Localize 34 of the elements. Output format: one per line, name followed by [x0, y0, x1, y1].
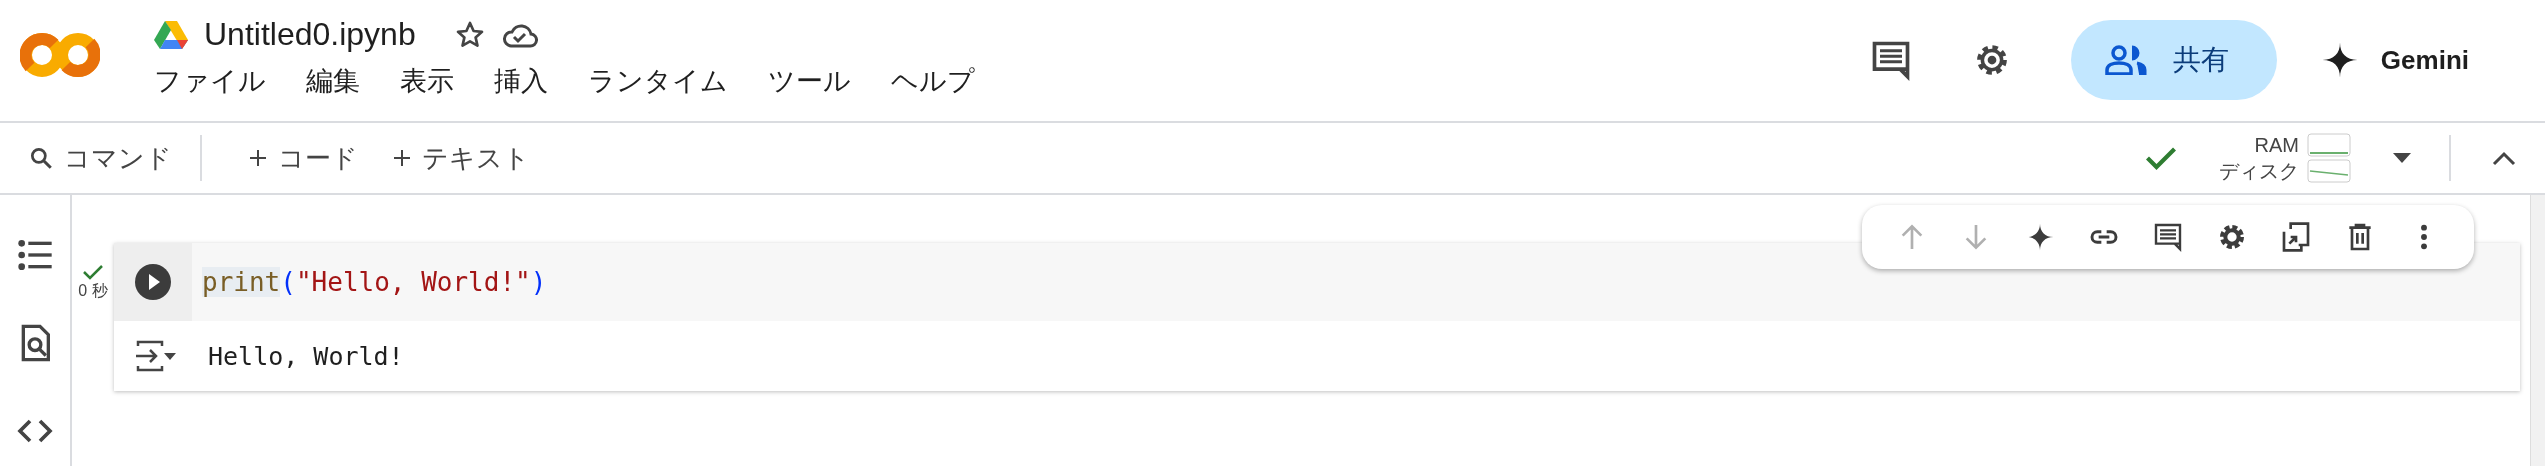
search-icon	[28, 145, 54, 171]
scrollbar[interactable]	[2530, 195, 2545, 466]
logo-icon[interactable]	[20, 30, 100, 80]
code-line[interactable]: print("Hello, World!")	[202, 267, 547, 297]
run-icon[interactable]	[135, 264, 171, 300]
collapse-icon[interactable]	[2491, 150, 2517, 166]
mirror-cell-icon[interactable]	[2280, 221, 2312, 253]
output-actions-icon[interactable]	[134, 340, 178, 372]
plus-icon	[392, 148, 412, 168]
disk-graph	[2307, 159, 2351, 183]
people-icon	[2104, 45, 2149, 75]
menu-item[interactable]: ヘルプ	[891, 63, 975, 99]
menu-item[interactable]: 挿入	[494, 63, 548, 99]
dropdown-caret-icon[interactable]	[2391, 152, 2413, 164]
notebook-title[interactable]: Untitled0.ipynb	[204, 16, 416, 53]
gemini-button[interactable]: Gemini	[2314, 40, 2475, 80]
add-text-button[interactable]: テキスト	[384, 140, 538, 176]
menu-item[interactable]: ランタイム	[588, 63, 728, 99]
menu-item[interactable]: ツール	[768, 63, 851, 99]
share-button[interactable]: 共有	[2070, 20, 2277, 100]
command-button[interactable]: コマンド	[20, 140, 180, 176]
drive-icon[interactable]	[154, 19, 188, 50]
comment-icon[interactable]	[2152, 221, 2184, 253]
menu-item[interactable]: ファイル	[154, 63, 266, 99]
menu-item[interactable]: 編集	[306, 63, 360, 99]
cloud-check-icon[interactable]	[501, 21, 538, 48]
add-code-button[interactable]: コード	[240, 140, 366, 176]
code-cell[interactable]: print("Hello, World!") Hello, World!	[114, 243, 2520, 391]
execution-time: 0 秒	[78, 281, 108, 301]
ram-graph	[2307, 133, 2351, 157]
menu-item[interactable]: 表示	[400, 63, 454, 99]
output-text: Hello, World!	[208, 341, 404, 371]
plus-icon	[248, 148, 268, 168]
resources-button[interactable]: RAM ディスク	[2219, 133, 2351, 183]
